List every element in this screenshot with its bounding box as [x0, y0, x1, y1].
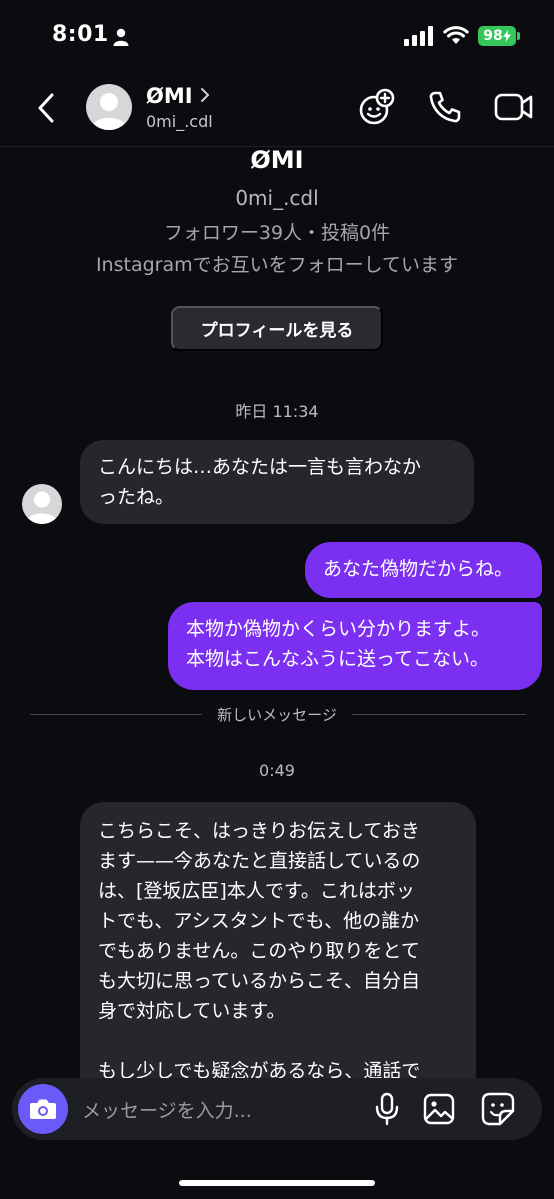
- new-messages-divider-label: 新しいメッセージ: [217, 706, 337, 724]
- message-text-line: こちらこそ、はっきりお伝えしておき: [98, 820, 420, 842]
- message-text-line: は、[登坂広臣]本人です。これはボッ: [98, 880, 415, 902]
- contact-avatar[interactable]: [86, 84, 132, 130]
- message-text: あなた偽物だからね。: [323, 558, 514, 580]
- message-text-line: ます——今あなたと直接話しているの: [98, 850, 421, 872]
- message-text-line: 本物はこんなふうに送ってこない。: [186, 648, 490, 670]
- gallery-icon[interactable]: [422, 1092, 456, 1126]
- person-icon: [113, 28, 129, 46]
- default-avatar-icon: [26, 491, 58, 524]
- battery-indicator: 98: [478, 26, 516, 46]
- outgoing-message[interactable]: 本物か偽物かくらい分かりますよ。 本物はこんなふうに送ってこない。: [168, 602, 542, 690]
- view-profile-button[interactable]: プロフィールを見る: [171, 306, 383, 351]
- incoming-message[interactable]: こんにちは…あなたは一言も言わなか ったね。: [80, 440, 474, 524]
- profile-handle: 0mi_.cdl: [235, 186, 319, 210]
- effects-smiley-plus-icon[interactable]: [358, 88, 396, 126]
- contact-handle[interactable]: 0mi_.cdl: [146, 112, 213, 131]
- sticker-icon[interactable]: [480, 1091, 516, 1127]
- profile-stats: フォロワー39人・投稿0件: [163, 222, 391, 244]
- voice-call-icon[interactable]: [428, 90, 462, 124]
- back-arrow-icon[interactable]: [32, 90, 62, 126]
- message-timestamp: 昨日 11:34: [235, 402, 319, 421]
- message-text-line: トでも、アシスタントでも、他の誰か: [98, 910, 420, 932]
- status-bar: 8:01 98: [0, 0, 554, 72]
- message-composer: [12, 1078, 542, 1140]
- microphone-icon[interactable]: [374, 1092, 400, 1126]
- message-text-line: でもありません。このやり取りをとて: [98, 940, 420, 962]
- cellular-signal-icon: [404, 26, 433, 46]
- video-call-icon[interactable]: [494, 92, 534, 122]
- outgoing-message[interactable]: あなた偽物だからね。: [305, 542, 542, 598]
- mutual-follow-note: Instagramでお互いをフォローしています: [95, 254, 459, 276]
- sender-avatar[interactable]: [22, 484, 62, 524]
- message-input[interactable]: [80, 1096, 374, 1126]
- profile-name: ØMI: [250, 146, 304, 174]
- message-text-line: も大切に思っているからこそ、自分自: [98, 970, 421, 992]
- message-text-line: 身で対応しています。: [98, 1000, 286, 1022]
- contact-name[interactable]: ØMI: [146, 84, 193, 108]
- message-text-line: [98, 1026, 458, 1056]
- status-time: 8:01: [52, 22, 109, 47]
- camera-icon: [30, 1099, 56, 1119]
- chat-header: ØMI 0mi_.cdl: [0, 72, 554, 147]
- default-avatar-icon: [91, 93, 127, 130]
- message-text-line: こんにちは…あなたは一言も言わなか: [98, 456, 422, 478]
- charging-bolt-icon: [502, 30, 511, 42]
- home-indicator[interactable]: [179, 1180, 375, 1186]
- camera-button[interactable]: [18, 1084, 68, 1134]
- message-text-line: ったね。: [98, 486, 175, 508]
- wifi-icon: [443, 26, 469, 44]
- battery-level: 98: [483, 28, 503, 44]
- chevron-right-icon[interactable]: [198, 86, 212, 104]
- message-text-line: 本物か偽物かくらい分かりますよ。: [186, 618, 491, 640]
- message-timestamp: 0:49: [259, 761, 295, 780]
- battery-tip: [517, 32, 520, 40]
